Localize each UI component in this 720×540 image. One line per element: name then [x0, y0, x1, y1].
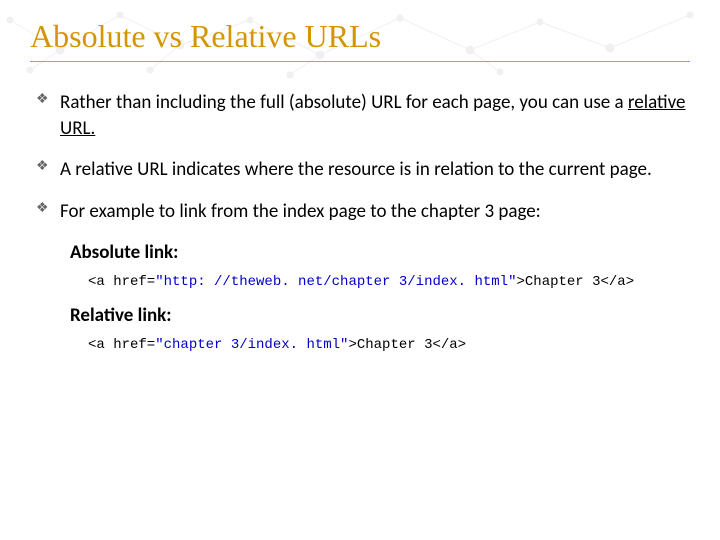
bullet-text: A relative URL indicates where the resou…: [60, 158, 652, 181]
bullet-item: For example to link from the index page …: [30, 199, 690, 225]
bullet-text: Rather than including the full (absolute…: [60, 91, 628, 114]
code-string: "http: //theweb. net/chapter 3/index. ht…: [155, 274, 516, 290]
bullet-list: Rather than including the full (absolute…: [30, 90, 690, 225]
bullet-text: For example to link from the index page …: [60, 200, 541, 223]
relative-link-code: <a href="chapter 3/index. html">Chapter …: [88, 337, 690, 353]
slide-title: Absolute vs Relative URLs: [30, 18, 690, 55]
title-underline: Absolute vs Relative URLs: [30, 18, 690, 62]
slide: Absolute vs Relative URLs Rather than in…: [0, 0, 720, 540]
code-tag: >Chapter 3</a>: [516, 274, 634, 290]
code-tag: >Chapter 3</a>: [348, 337, 466, 353]
code-tag: <a href=: [88, 274, 155, 290]
bullet-item: Rather than including the full (absolute…: [30, 90, 690, 141]
bullet-item: A relative URL indicates where the resou…: [30, 157, 690, 183]
absolute-link-label: Absolute link:: [70, 241, 690, 264]
relative-link-label: Relative link:: [70, 304, 690, 327]
example-block: Absolute link: <a href="http: //theweb. …: [70, 241, 690, 353]
code-tag: <a href=: [88, 337, 155, 353]
code-string: "chapter 3/index. html": [155, 337, 348, 353]
absolute-link-code: <a href="http: //theweb. net/chapter 3/i…: [88, 274, 690, 290]
